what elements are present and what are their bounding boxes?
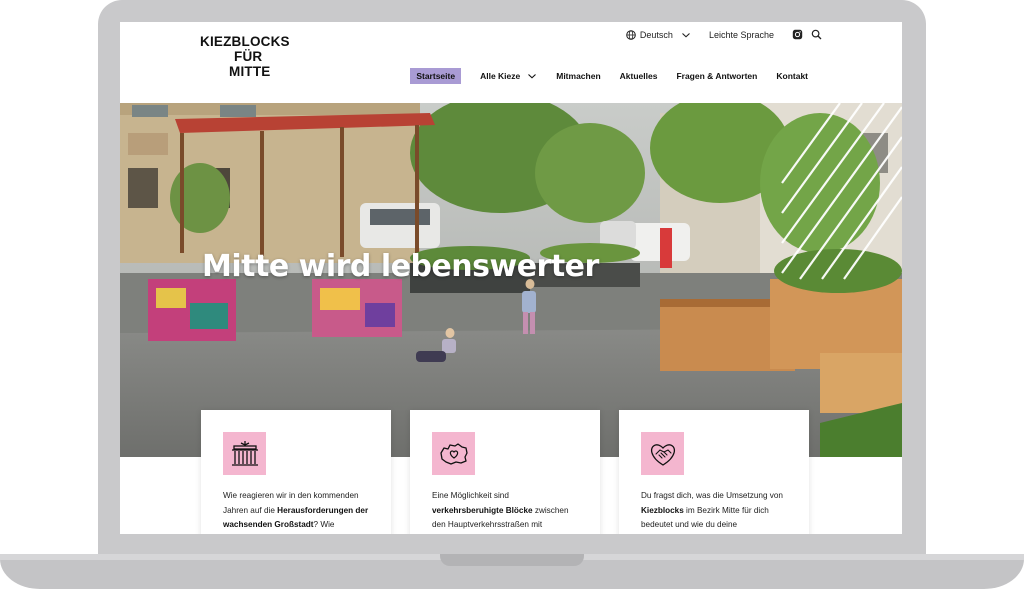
instagram-icon[interactable]: [792, 29, 803, 40]
card-text-part: ? Wie: [313, 520, 335, 529]
nav-item-alle-kieze[interactable]: Alle Kieze: [480, 69, 537, 83]
nav-label: Aktuelles: [619, 71, 658, 81]
nav-item-mitmachen[interactable]: Mitmachen: [556, 69, 600, 83]
info-card-3[interactable]: Du fragst dich, was die Umsetzung von Ki…: [619, 410, 809, 534]
nav-item-startseite[interactable]: Startseite: [410, 68, 462, 84]
social-search-group: [792, 29, 822, 40]
nav-label: Mitmachen: [556, 71, 601, 81]
card-icon-box: [432, 432, 475, 475]
language-selector[interactable]: Deutsch: [626, 30, 691, 40]
language-label: Deutsch: [639, 29, 673, 40]
card-text-part: Eine Möglichkeit sind: [432, 491, 509, 500]
nav-label: Kontakt: [776, 71, 808, 81]
info-card-2[interactable]: Eine Möglichkeit sind verkehrsberuhigte …: [410, 410, 600, 534]
utility-bar: Deutsch Leichte Sprache: [626, 29, 822, 40]
nav-item-fragen-antworten[interactable]: Fragen & Antworten: [676, 69, 757, 83]
nav-label: Startseite: [416, 71, 456, 81]
search-icon[interactable]: [811, 29, 822, 40]
chevron-down-icon: [528, 74, 537, 79]
nav-label: Fragen & Antworten: [676, 71, 758, 81]
main-navigation: Startseite Alle Kieze Mitmachen Aktuelle…: [410, 68, 808, 84]
brandenburg-gate-icon: [231, 440, 258, 466]
laptop-notch: [440, 554, 584, 566]
site-header: KIEZBLOCKS FÜR MITTE Deutsch Leichte Spr…: [120, 22, 902, 103]
logo-line-1: KIEZBLOCKS: [200, 34, 290, 49]
nav-item-kontakt[interactable]: Kontakt: [776, 69, 808, 83]
card-icon-box: [641, 432, 684, 475]
browser-screen: KIEZBLOCKS FÜR MITTE Deutsch Leichte Spr…: [120, 22, 902, 534]
logo-line-3: MITTE: [229, 64, 271, 79]
easy-language-link[interactable]: Leichte Sprache: [709, 30, 774, 40]
berlin-map-heart-icon: [439, 442, 468, 465]
card-text: Du fragst dich, was die Umsetzung von Ki…: [641, 489, 791, 533]
card-text-emphasis: verkehrsberuhigte Blöcke: [432, 505, 533, 515]
chevron-down-icon: [682, 32, 690, 38]
card-text-part: Du fragst dich, was die Umsetzung von: [641, 491, 783, 500]
card-text-emphasis: Kiezblocks: [641, 505, 684, 515]
hero-section: Mitte wird lebenswerter: [120, 103, 902, 457]
globe-icon: [626, 29, 636, 40]
info-card-1[interactable]: Wie reagieren wir in den kommenden Jahre…: [201, 410, 391, 534]
card-text: Wie reagieren wir in den kommenden Jahre…: [223, 489, 373, 533]
handshake-heart-icon: [650, 443, 675, 466]
nav-item-aktuelles[interactable]: Aktuelles: [620, 69, 658, 83]
card-text: Eine Möglichkeit sind verkehrsberuhigte …: [432, 489, 582, 533]
easy-language-label: Leichte Sprache: [708, 29, 774, 40]
hero-title: Mitte wird lebenswerter: [202, 249, 599, 284]
site-logo[interactable]: KIEZBLOCKS FÜR MITTE: [200, 34, 290, 79]
card-icon-box: [223, 432, 266, 475]
nav-label: Alle Kieze: [480, 71, 521, 81]
logo-line-2: FÜR: [234, 49, 263, 64]
